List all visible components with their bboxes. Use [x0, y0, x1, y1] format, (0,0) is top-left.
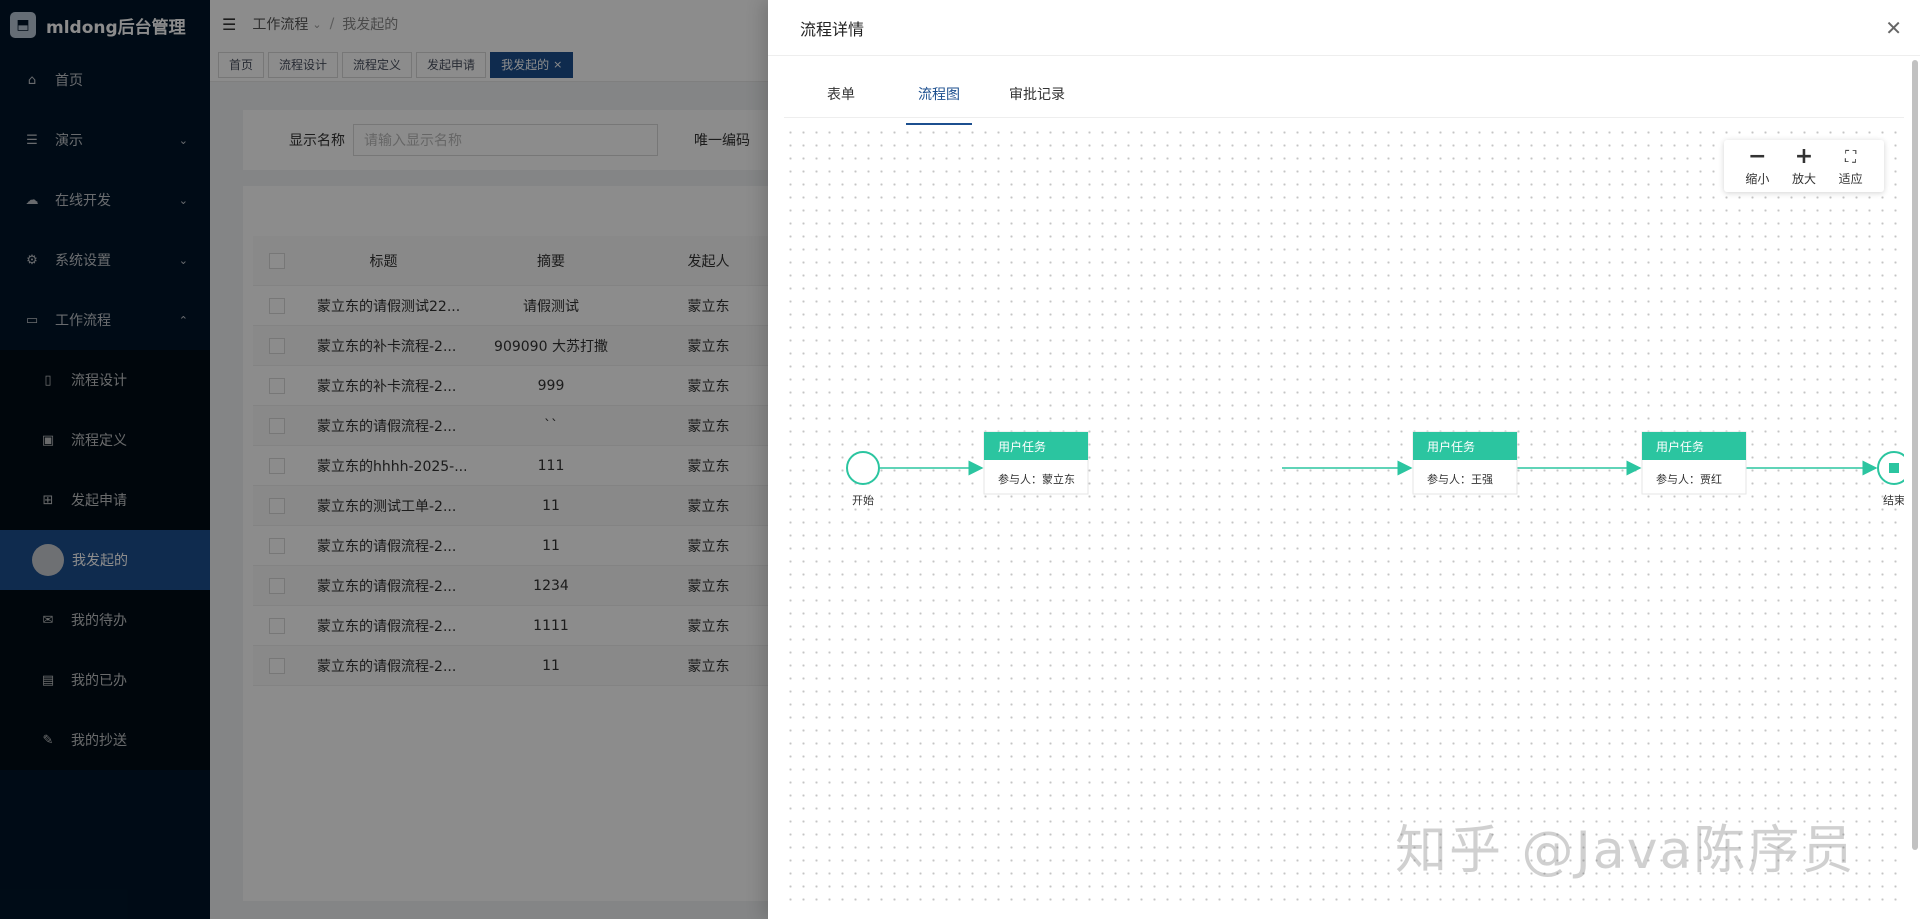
task-participant: 参与人：贾红: [1656, 472, 1722, 486]
end-square: [1889, 463, 1899, 473]
start-circle: [846, 451, 880, 485]
tab-flowchart[interactable]: 流程图: [898, 80, 980, 125]
task-title: 用户任务: [1656, 439, 1704, 454]
task-title: 用户任务: [998, 439, 1046, 454]
watermark-text: 知乎 @Java陈序员: [1395, 821, 1856, 881]
flow-detail-drawer: 流程详情 ✕ 表单 流程图 审批记录 − 缩小 + 放大 ⛶ 适应 开始 用户任…: [768, 0, 1920, 919]
start-label: 开始: [852, 493, 874, 507]
flow-diagram: 开始 用户任务 参与人：蒙立东 用户任务 参与人：王强 用户任务 参与人：贾红: [846, 431, 1904, 507]
flow-canvas[interactable]: − 缩小 + 放大 ⛶ 适应 开始 用户任务 参与人：蒙立东 用户任务 参与人：…: [784, 126, 1904, 911]
task-participant: 参与人：王强: [1427, 472, 1493, 486]
user-task-node[interactable]: 用户任务 参与人：贾红: [1641, 431, 1747, 495]
drawer-tabs: 表单 流程图 审批记录: [784, 80, 1904, 125]
tab-approval-records[interactable]: 审批记录: [996, 80, 1078, 117]
drawer-mask[interactable]: [0, 0, 768, 919]
task-title: 用户任务: [1427, 439, 1475, 454]
end-node[interactable]: 结束: [1877, 451, 1904, 507]
start-node[interactable]: 开始: [846, 451, 880, 507]
drawer-header: 流程详情 ✕: [768, 0, 1920, 56]
drawer-title: 流程详情: [800, 19, 865, 39]
user-task-node[interactable]: 用户任务 参与人：王强: [1412, 431, 1518, 495]
task-participant: 参与人：蒙立东: [998, 472, 1075, 486]
end-label: 结束: [1883, 494, 1904, 507]
user-task-node[interactable]: 用户任务 参与人：蒙立东: [983, 431, 1089, 495]
drawer-scrollbar[interactable]: [1912, 60, 1918, 850]
tab-form[interactable]: 表单: [800, 80, 882, 117]
close-icon[interactable]: ✕: [1885, 16, 1902, 40]
